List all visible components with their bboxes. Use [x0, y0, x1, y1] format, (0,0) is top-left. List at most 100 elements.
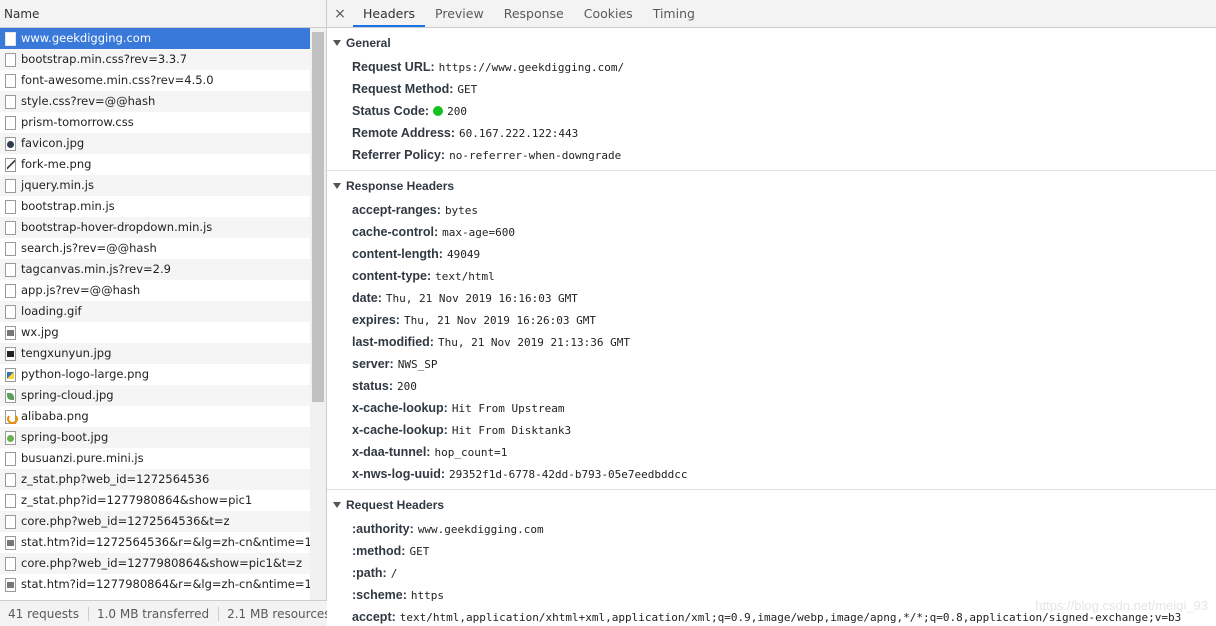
- request-row[interactable]: app.js?rev=@@hash: [0, 280, 310, 301]
- request-name: alibaba.png: [21, 409, 89, 423]
- header-key: :authority:: [352, 522, 414, 536]
- request-row[interactable]: bootstrap-hover-dropdown.min.js: [0, 217, 310, 238]
- request-row[interactable]: tagcanvas.min.js?rev=2.9: [0, 259, 310, 280]
- document-icon: [5, 73, 16, 88]
- request-name: wx.jpg: [21, 325, 59, 339]
- header-row: status: 200: [327, 375, 1216, 397]
- header-value: https: [410, 589, 445, 602]
- request-name: search.js?rev=@@hash: [21, 241, 157, 255]
- request-headers-section-header[interactable]: Request Headers: [327, 490, 1216, 518]
- header-row: last-modified: Thu, 21 Nov 2019 21:13:36 …: [327, 331, 1216, 353]
- request-name: style.css?rev=@@hash: [21, 94, 156, 108]
- header-value: hop_count=1: [434, 446, 508, 459]
- tab-response[interactable]: Response: [494, 0, 574, 27]
- request-row[interactable]: python-logo-large.png: [0, 364, 310, 385]
- image-icon: [5, 346, 16, 361]
- header-row: x-daa-tunnel: hop_count=1: [327, 441, 1216, 463]
- expand-triangle-icon: [333, 502, 341, 508]
- header-key: status:: [352, 379, 393, 393]
- header-row: :path: /: [327, 562, 1216, 584]
- request-row[interactable]: favicon.jpg: [0, 133, 310, 154]
- section-title: Request Headers: [346, 498, 445, 512]
- general-section-header[interactable]: General: [327, 28, 1216, 56]
- header-value: bytes: [444, 204, 479, 217]
- header-row: accept-ranges: bytes: [327, 199, 1216, 221]
- header-value: Thu, 21 Nov 2019 16:26:03 GMT: [403, 314, 597, 327]
- request-row[interactable]: www.geekdigging.com: [0, 28, 310, 49]
- request-row[interactable]: z_stat.php?id=1277980864&show=pic1: [0, 490, 310, 511]
- header-key: :scheme:: [352, 588, 407, 602]
- document-icon: [5, 556, 16, 571]
- header-row: :authority: www.geekdigging.com: [327, 518, 1216, 540]
- transferred-size: 1.0 MB transferred: [89, 606, 220, 621]
- response-headers-section: Response Headers accept-ranges: bytes cac…: [327, 171, 1216, 490]
- request-row[interactable]: alibaba.png: [0, 406, 310, 427]
- header-row: x-cache-lookup: Hit From Upstream: [327, 397, 1216, 419]
- header-row: Request URL: https://www.geekdigging.com/: [327, 56, 1216, 78]
- header-row: Remote Address: 60.167.222.122:443: [327, 122, 1216, 144]
- request-list-scrollbar[interactable]: [310, 28, 326, 600]
- document-icon: [5, 451, 16, 466]
- header-row: Status Code: 200: [327, 100, 1216, 122]
- name-column-header[interactable]: Name: [0, 0, 326, 28]
- request-name: busuanzi.pure.mini.js: [21, 451, 144, 465]
- network-status-bar: 41 requests 1.0 MB transferred 2.1 MB re…: [0, 600, 327, 626]
- request-name: spring-boot.jpg: [21, 430, 109, 444]
- header-value: 200: [396, 380, 417, 393]
- request-row[interactable]: loading.gif: [0, 301, 310, 322]
- header-value: 60.167.222.122:443: [459, 127, 579, 140]
- request-row[interactable]: tengxunyun.jpg: [0, 343, 310, 364]
- header-row: Referrer Policy: no-referrer-when-downgra…: [327, 144, 1216, 166]
- close-icon[interactable]: ×: [327, 0, 353, 27]
- request-name: spring-cloud.jpg: [21, 388, 114, 402]
- request-row[interactable]: prism-tomorrow.css: [0, 112, 310, 133]
- tab-cookies[interactable]: Cookies: [574, 0, 643, 27]
- request-row[interactable]: core.php?web_id=1272564536&t=z: [0, 511, 310, 532]
- header-key: x-nws-log-uuid:: [352, 467, 446, 481]
- request-name: stat.htm?id=1272564536&r=&lg=zh-cn&ntime…: [21, 535, 310, 549]
- request-row[interactable]: bootstrap.min.js: [0, 196, 310, 217]
- header-key: x-cache-lookup:: [352, 423, 448, 437]
- image-icon: [5, 325, 16, 340]
- document-icon: [5, 283, 16, 298]
- request-row[interactable]: spring-boot.jpg: [0, 427, 310, 448]
- tab-headers[interactable]: Headers: [353, 0, 426, 27]
- header-value: NWS_SP: [397, 358, 438, 371]
- request-row[interactable]: font-awesome.min.css?rev=4.5.0: [0, 70, 310, 91]
- header-key: cache-control:: [352, 225, 439, 239]
- request-row[interactable]: search.js?rev=@@hash: [0, 238, 310, 259]
- request-row[interactable]: spring-cloud.jpg: [0, 385, 310, 406]
- tab-preview[interactable]: Preview: [425, 0, 494, 27]
- header-value: www.geekdigging.com: [417, 523, 544, 536]
- header-value: GET: [409, 545, 430, 558]
- scrollbar-thumb[interactable]: [312, 32, 324, 402]
- header-value: text/html: [435, 270, 495, 283]
- image-icon: [5, 409, 18, 424]
- request-name: bootstrap.min.css?rev=3.3.7: [21, 52, 188, 66]
- request-name: fork-me.png: [21, 157, 92, 171]
- request-name: www.geekdigging.com: [21, 31, 152, 45]
- header-value: no-referrer-when-downgrade: [449, 149, 622, 162]
- request-row[interactable]: jquery.min.js: [0, 175, 310, 196]
- request-row[interactable]: stat.htm?id=1277980864&r=&lg=zh-cn&ntime…: [0, 574, 310, 595]
- request-row[interactable]: fork-me.png: [0, 154, 310, 175]
- header-key: Request URL:: [352, 60, 435, 74]
- header-key: x-cache-lookup:: [352, 401, 448, 415]
- request-row[interactable]: busuanzi.pure.mini.js: [0, 448, 310, 469]
- request-row[interactable]: core.php?web_id=1277980864&show=pic1&t=z: [0, 553, 310, 574]
- header-row: date: Thu, 21 Nov 2019 16:16:03 GMT: [327, 287, 1216, 309]
- request-row[interactable]: bootstrap.min.css?rev=3.3.7: [0, 49, 310, 70]
- request-name: core.php?web_id=1277980864&show=pic1&t=z: [21, 556, 302, 570]
- section-title: General: [346, 36, 391, 50]
- header-value: https://www.geekdigging.com/: [438, 61, 625, 74]
- tab-timing[interactable]: Timing: [643, 0, 705, 27]
- document-icon: [5, 31, 16, 46]
- request-row[interactable]: z_stat.php?web_id=1272564536: [0, 469, 310, 490]
- request-name: favicon.jpg: [21, 136, 85, 150]
- request-row[interactable]: wx.jpg: [0, 322, 310, 343]
- request-row[interactable]: style.css?rev=@@hash: [0, 91, 310, 112]
- header-value: 29352f1d-6778-42dd-b793-05e7eedbddcc: [449, 468, 688, 481]
- image-icon: [5, 430, 16, 445]
- request-row[interactable]: stat.htm?id=1272564536&r=&lg=zh-cn&ntime…: [0, 532, 310, 553]
- response-headers-section-header[interactable]: Response Headers: [327, 171, 1216, 199]
